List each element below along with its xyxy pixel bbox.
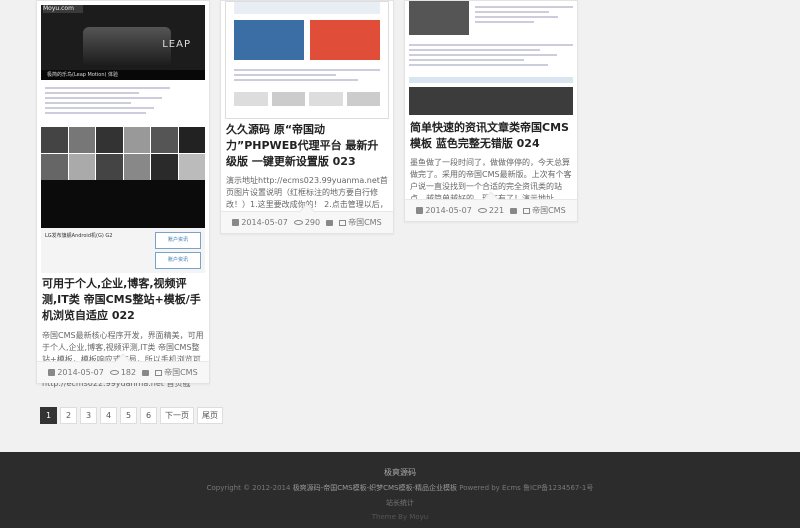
- article-card-024[interactable]: 简单快速的资讯文章类帝国CMS模板 蓝色完整无错版 024 墨鱼做了一段时间了，…: [404, 0, 578, 222]
- comment-icon[interactable]: [142, 369, 150, 376]
- page-link[interactable]: 1: [40, 407, 57, 424]
- view-count: 182: [120, 368, 137, 377]
- article-meta: 2014-05-07 290 帝国CMS: [221, 203, 393, 233]
- comment-icon[interactable]: [326, 219, 334, 226]
- site-footer: 极爽源码 Copyright © 2012-2014 极爽源码-帝国CMS模板-…: [0, 452, 800, 528]
- slide-caption: 极简的乐鸟(Leap Motion) 体验: [41, 70, 205, 80]
- article-card-023[interactable]: 久久源码 原“帝国动力”PHPWEB代理平台 最新升级版 一键更新设置版 023…: [220, 0, 394, 234]
- calendar-icon: [48, 369, 56, 376]
- eye-icon: [293, 220, 303, 225]
- article-date: 2014-05-07: [57, 368, 104, 377]
- category-link[interactable]: 帝国CMS: [348, 217, 382, 228]
- article-thumbnail[interactable]: [409, 1, 573, 115]
- view-count: 290: [304, 218, 321, 227]
- category-link[interactable]: 帝国CMS: [164, 367, 198, 378]
- site-logo: Moyu.com: [43, 5, 83, 13]
- copyright-links[interactable]: 极爽源码-帝国CMS模板-织梦CMS模板-精品企业模板: [293, 484, 457, 492]
- calendar-icon: [416, 207, 424, 214]
- article-date: 2014-05-07: [241, 218, 288, 227]
- category-link[interactable]: 帝国CMS: [532, 205, 566, 216]
- last-page-link[interactable]: 尾页: [197, 407, 223, 424]
- eye-icon: [477, 208, 487, 213]
- comment-icon[interactable]: [510, 207, 518, 214]
- leap-label: LEAP: [162, 39, 191, 50]
- article-title[interactable]: 久久源码 原“帝国动力”PHPWEB代理平台 最新升级版 一键更新设置版 023: [221, 122, 393, 170]
- copyright-text: Copyright © 2012-2014: [206, 484, 291, 492]
- view-count: 221: [488, 206, 505, 215]
- thumb-btn: 账户资讯: [155, 232, 201, 249]
- page-link[interactable]: 5: [120, 407, 137, 424]
- theme-credit: Theme By Moyu: [371, 513, 429, 521]
- thumb-btn: 账户资讯: [155, 252, 201, 269]
- category-icon: [339, 219, 347, 226]
- footer-site-name[interactable]: 极爽源码: [0, 467, 800, 478]
- speaker-image: [83, 27, 171, 67]
- category-icon: [523, 207, 531, 214]
- calendar-icon: [232, 219, 240, 226]
- stats-link[interactable]: 站长统计: [0, 498, 800, 508]
- page-link[interactable]: 3: [80, 407, 97, 424]
- pagination: 1 2 3 4 5 6 下一页 尾页: [40, 407, 223, 424]
- article-meta: 2014-05-07 182 帝国CMS: [37, 353, 209, 383]
- next-page-link[interactable]: 下一页: [160, 407, 194, 424]
- article-title[interactable]: 简单快速的资讯文章类帝国CMS模板 蓝色完整无错版 024: [405, 120, 577, 152]
- page-link[interactable]: 2: [60, 407, 77, 424]
- footer-copyright: Copyright © 2012-2014 极爽源码-帝国CMS模板-织梦CMS…: [0, 483, 800, 493]
- powered-by-text: Powered by Ecms 鲁ICP备1234567-1号: [459, 484, 594, 492]
- article-thumbnail[interactable]: Moyu.com LEAP 极简的乐鸟(Leap Motion) 体验 LG发布…: [41, 5, 205, 273]
- article-date: 2014-05-07: [425, 206, 472, 215]
- eye-icon: [109, 370, 119, 375]
- article-meta: 2014-05-07 221 帝国CMS: [405, 191, 577, 221]
- article-thumbnail[interactable]: [225, 1, 389, 119]
- page-link[interactable]: 6: [140, 407, 157, 424]
- page-link[interactable]: 4: [100, 407, 117, 424]
- article-card-022[interactable]: Moyu.com LEAP 极简的乐鸟(Leap Motion) 体验 LG发布…: [36, 0, 210, 388]
- article-title[interactable]: 可用于个人,企业,博客,视频评测,IT类 帝国CMS整站+模板/手机浏览自适应 …: [37, 276, 209, 324]
- category-icon: [155, 369, 163, 376]
